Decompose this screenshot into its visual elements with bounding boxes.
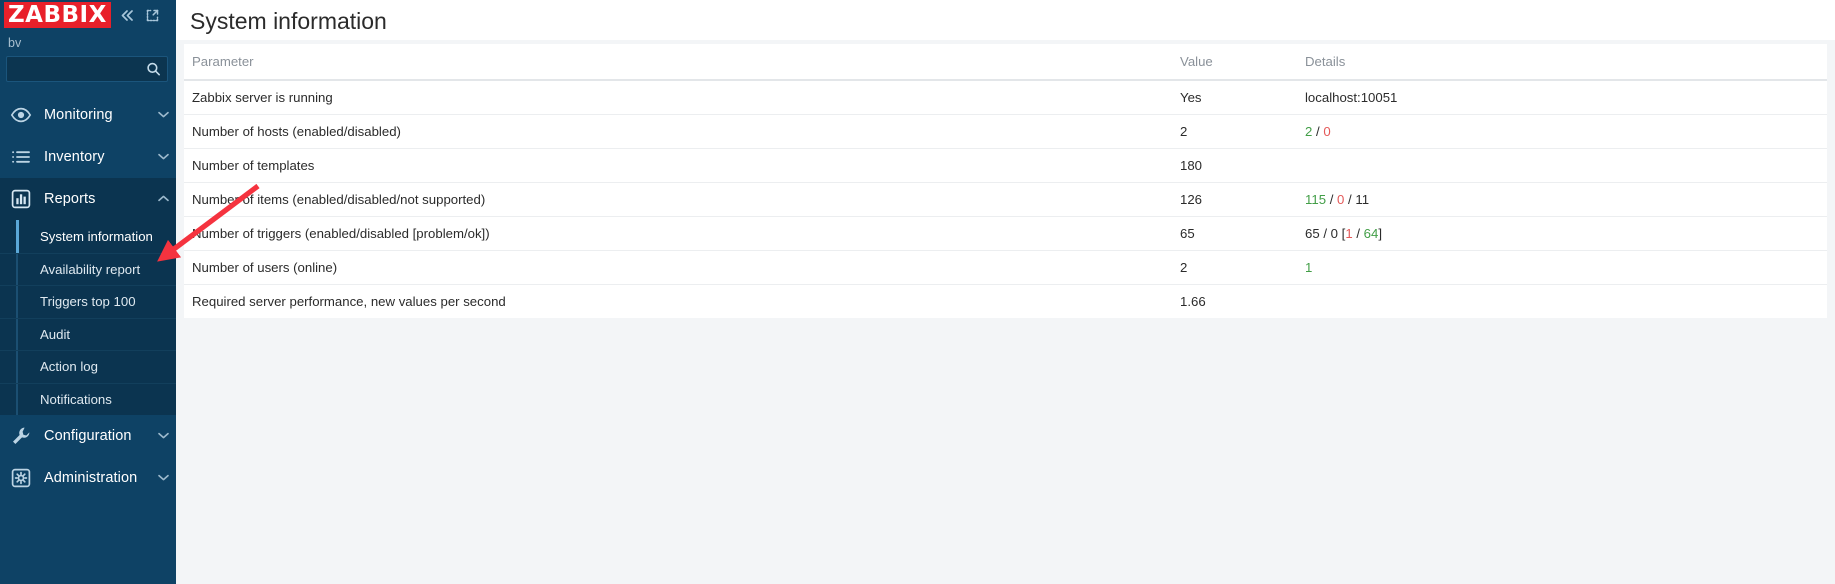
- sidebar-item-availability-report[interactable]: Availability report: [0, 252, 176, 286]
- table-row: Required server performance, new values …: [184, 285, 1827, 319]
- cell-value: 65: [1172, 216, 1297, 251]
- table-header: Parameter Value Details: [184, 44, 1827, 81]
- sidebar-header: ZABBIX: [0, 0, 176, 30]
- table-row: Number of triggers (enabled/disabled [pr…: [184, 216, 1827, 251]
- details-segment: 11: [1355, 192, 1370, 207]
- cell-parameter: Number of templates: [184, 148, 1172, 183]
- sidebar-item-administration[interactable]: Administration: [0, 457, 176, 499]
- cell-parameter: Number of users (online): [184, 250, 1172, 285]
- sidebar-user-label: bv: [8, 36, 22, 50]
- gear-icon: [8, 465, 34, 491]
- column-header-value[interactable]: Value: [1172, 44, 1297, 81]
- sidebar-item-reports[interactable]: Reports: [0, 178, 176, 220]
- table-row: Zabbix server is running Yes localhost:100…: [184, 80, 1827, 115]
- collapse-view-icon[interactable]: [142, 6, 163, 25]
- search-input[interactable]: [7, 57, 167, 81]
- double-chevron-left-icon[interactable]: [115, 5, 138, 26]
- cell-details: 1: [1297, 250, 1827, 285]
- cell-details: [1297, 285, 1827, 319]
- details-segment: /: [1344, 192, 1356, 207]
- page-title: System information: [190, 8, 387, 34]
- sidebar-submenu-reports: System information Availability report T…: [0, 220, 176, 415]
- page-header: System information: [176, 0, 1835, 40]
- sidebar-item-label: Reports: [44, 191, 96, 207]
- details-segment: 1: [1305, 260, 1313, 275]
- cell-value: 2: [1172, 114, 1297, 149]
- chevron-up-icon: [152, 194, 174, 205]
- main-content: System information Parameter Value Detai…: [176, 0, 1835, 584]
- sidebar-subitem-label: Action log: [40, 359, 98, 375]
- cell-value: 2: [1172, 250, 1297, 285]
- sidebar-item-action-log[interactable]: Action log: [0, 350, 176, 383]
- table-row: Number of hosts (enabled/disabled) 2 2 / 0: [184, 114, 1827, 149]
- eye-icon: [8, 102, 34, 128]
- details-segment: /: [1312, 124, 1324, 139]
- sidebar: ZABBIX bv Monitoring Inventory Reports S…: [0, 0, 176, 584]
- cell-details: localhost:10051: [1297, 80, 1827, 115]
- cell-value: 180: [1172, 148, 1297, 183]
- details-segment: /: [1326, 192, 1338, 207]
- sidebar-nav-secondary: Configuration Administration: [0, 415, 176, 499]
- list-icon: [8, 144, 34, 170]
- cell-parameter: Zabbix server is running: [184, 80, 1172, 115]
- cell-details: [1297, 148, 1827, 183]
- sidebar-item-inventory[interactable]: Inventory: [0, 136, 176, 178]
- column-header-parameter[interactable]: Parameter: [184, 44, 1172, 81]
- cell-details: 2 / 0: [1297, 114, 1827, 149]
- details-segment: localhost:10051: [1305, 90, 1398, 105]
- sidebar-subitem-label: Triggers top 100: [40, 294, 136, 310]
- cell-value: Yes: [1172, 80, 1297, 115]
- chevron-down-icon: [152, 473, 174, 484]
- sidebar-item-notifications[interactable]: Notifications: [0, 382, 176, 416]
- cell-parameter: Number of hosts (enabled/disabled): [184, 114, 1172, 149]
- details-segment: 1: [1345, 226, 1353, 241]
- sidebar-subitem-label: Audit: [40, 326, 71, 342]
- cell-parameter: Number of triggers (enabled/disabled [pr…: [184, 216, 1172, 251]
- system-information-table: Parameter Value Details Zabbix server is…: [184, 44, 1827, 318]
- cell-parameter: Required server performance, new values …: [192, 294, 506, 309]
- zabbix-app-window: ZABBIX bv Monitoring Inventory Reports S…: [0, 0, 1835, 584]
- sidebar-item-label: Configuration: [44, 428, 132, 444]
- details-segment: ]: [1378, 226, 1383, 241]
- sidebar-item-configuration[interactable]: Configuration: [0, 415, 176, 457]
- wrench-icon: [8, 423, 34, 449]
- cell-parameter: Number of items (enabled/disabled/not su…: [184, 182, 1172, 217]
- cell-value: 1.66: [1180, 294, 1206, 309]
- sidebar-subitem-label: Availability report: [40, 261, 141, 277]
- cell-value: 126: [1172, 182, 1297, 217]
- cell-details: 115 / 0 / 11: [1297, 182, 1827, 217]
- zabbix-logo[interactable]: ZABBIX: [4, 2, 111, 28]
- details-segment: 64: [1363, 226, 1379, 241]
- details-segment: /: [1352, 226, 1364, 241]
- column-header-details[interactable]: Details: [1297, 44, 1827, 81]
- sidebar-search-wrapper: [0, 52, 176, 92]
- table-body: Zabbix server is running Yes localhost:100…: [184, 80, 1827, 318]
- sidebar-item-audit[interactable]: Audit: [0, 317, 176, 351]
- sidebar-item-system-information[interactable]: System information: [0, 220, 176, 253]
- sidebar-item-label: Inventory: [44, 149, 105, 165]
- bar-chart-icon: [8, 186, 34, 212]
- sidebar-item-triggers-top-100[interactable]: Triggers top 100: [0, 285, 176, 318]
- chevron-down-icon: [152, 110, 174, 121]
- details-segment: 0: [1323, 124, 1331, 139]
- table-row: Number of templates 180: [184, 148, 1827, 183]
- sidebar-subitem-label: Notifications: [40, 391, 112, 407]
- search-icon[interactable]: [146, 62, 161, 77]
- sidebar-item-label: Administration: [44, 470, 138, 486]
- sidebar-subitem-label: System information: [40, 228, 153, 244]
- table-row: Number of users (online) 2 1: [184, 250, 1827, 285]
- cell-details: 65 / 0 [1 / 64]: [1297, 216, 1827, 251]
- chevron-down-icon: [152, 431, 174, 442]
- details-segment: 115: [1305, 192, 1327, 207]
- table-row: Number of items (enabled/disabled/not su…: [184, 182, 1827, 217]
- system-information-card: Parameter Value Details Zabbix server is…: [184, 44, 1827, 318]
- sidebar-nav-primary: Monitoring Inventory Reports System info…: [0, 94, 176, 415]
- sidebar-item-monitoring[interactable]: Monitoring: [0, 94, 176, 136]
- search-box[interactable]: [6, 56, 168, 82]
- chevron-down-icon: [152, 152, 174, 163]
- details-segment: 65 / 0 [: [1305, 226, 1346, 241]
- table-header-row: Parameter Value Details: [184, 44, 1827, 81]
- sidebar-item-label: Monitoring: [44, 107, 113, 123]
